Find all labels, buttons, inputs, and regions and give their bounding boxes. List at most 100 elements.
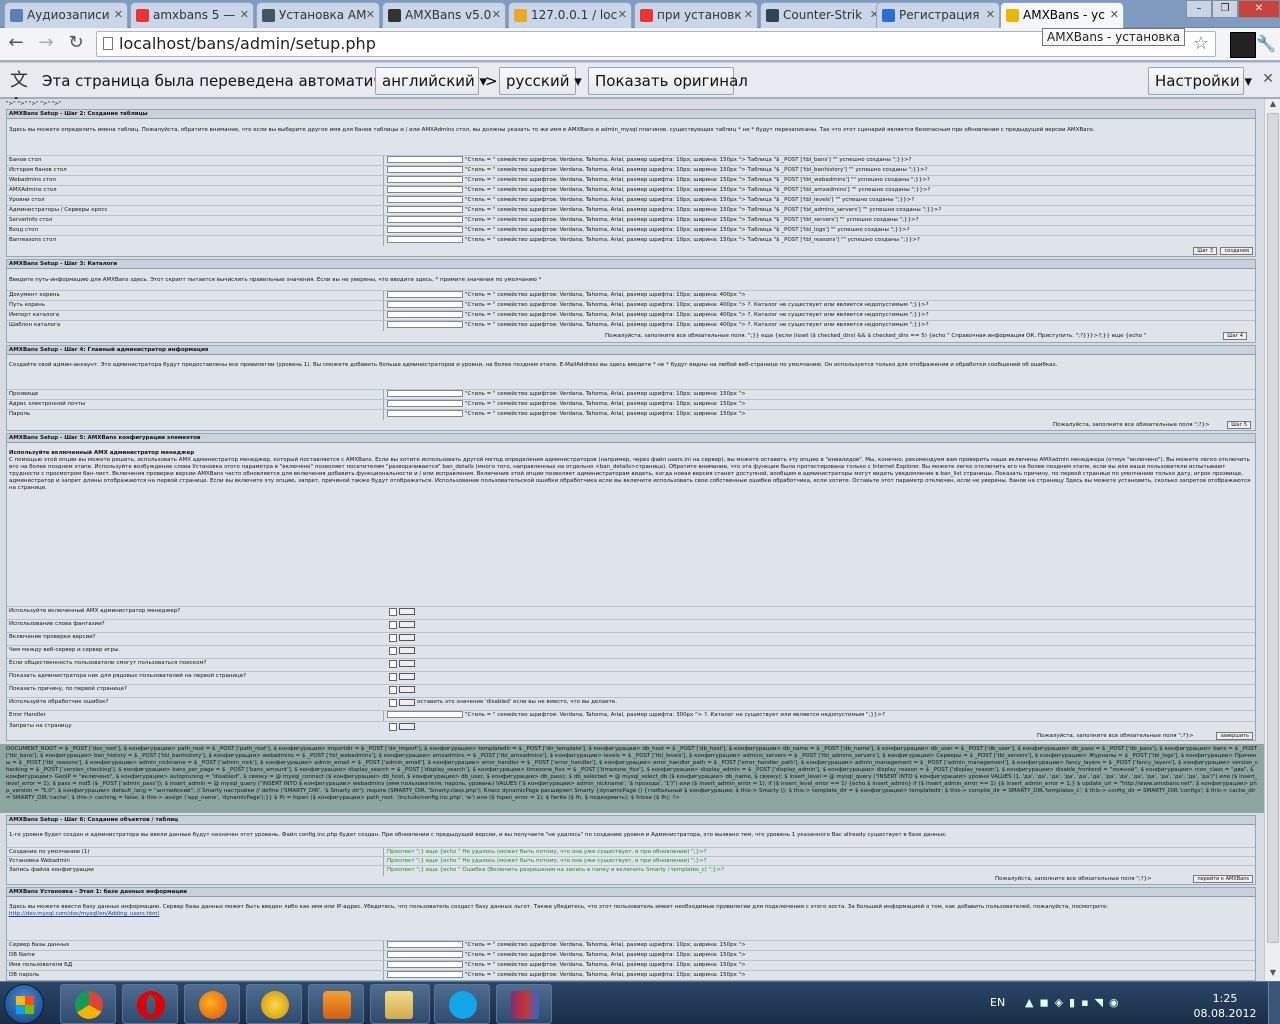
taskbar-opera[interactable] <box>122 984 178 1024</box>
from-language-select[interactable]: английский ▾ <box>375 67 487 95</box>
password-input[interactable] <box>387 410 463 417</box>
text-input[interactable] <box>387 400 463 407</box>
text-input[interactable] <box>387 166 463 173</box>
select-dropdown[interactable] <box>399 686 415 693</box>
checkbox[interactable] <box>389 673 397 681</box>
extension-icon[interactable] <box>1230 32 1256 58</box>
checkbox[interactable] <box>389 686 397 694</box>
row-value: "Стиль = " семейство шрифтов: Verdana, T… <box>465 177 930 183</box>
tab-active[interactable]: AMXBans - ус ✕ <box>1000 2 1124 29</box>
close-icon[interactable]: ✕ <box>1110 8 1119 21</box>
show-desktop-button[interactable] <box>1268 982 1280 1024</box>
text-input[interactable] <box>387 961 463 968</box>
text-input[interactable] <box>387 311 463 318</box>
select-dropdown[interactable] <box>399 699 415 706</box>
step5-button[interactable]: Шаг 5 <box>1227 421 1251 429</box>
checkbox[interactable] <box>389 699 397 707</box>
taskbar-media[interactable] <box>308 984 364 1024</box>
text-input[interactable] <box>387 236 463 243</box>
text-input[interactable] <box>387 206 463 213</box>
text-input[interactable] <box>387 176 463 183</box>
tab-6[interactable]: при установк ✕ <box>634 2 758 28</box>
taskbar-chrome[interactable] <box>60 984 116 1024</box>
close-window-icon[interactable]: ✕ <box>1238 0 1280 18</box>
text-input[interactable] <box>387 156 463 163</box>
scroll-down-icon[interactable]: ▼ <box>1265 968 1280 981</box>
step3-button[interactable]: Шаг 3 <box>1193 247 1217 255</box>
checkbox[interactable] <box>389 660 397 668</box>
checkbox[interactable] <box>389 634 397 642</box>
close-icon[interactable]: ✕ <box>1262 71 1274 87</box>
select-dropdown[interactable] <box>399 673 415 680</box>
clock[interactable]: 1:25 08.08.2012 <box>1190 991 1260 1021</box>
finish-button[interactable]: завершить <box>1216 732 1253 740</box>
row-label: Банов стол <box>9 157 42 163</box>
mysql-docs-link[interactable]: http://dev.mysql.com/doc/mysql/en/Adding… <box>9 911 159 918</box>
text-input[interactable] <box>387 951 463 958</box>
select-dropdown[interactable] <box>399 608 415 615</box>
text-input[interactable] <box>387 226 463 233</box>
tab-5[interactable]: 127.0.0.1 / loc ✕ <box>508 2 632 28</box>
text-input[interactable] <box>387 291 463 298</box>
select-dropdown[interactable] <box>399 660 415 667</box>
tab-label: Аудиозаписи <box>27 8 110 22</box>
reload-icon[interactable]: ↻ <box>64 32 88 56</box>
text-input[interactable] <box>387 321 463 328</box>
close-icon[interactable]: ✕ <box>986 8 995 21</box>
text-input[interactable] <box>387 941 463 948</box>
text-input[interactable] <box>387 186 463 193</box>
select-dropdown[interactable] <box>399 723 415 730</box>
tab-7[interactable]: Counter-Strik ✕ <box>760 2 884 28</box>
close-icon[interactable]: ✕ <box>366 8 375 21</box>
start-button[interactable] <box>4 984 44 1024</box>
taskbar-firefox[interactable] <box>184 984 240 1024</box>
tab-1[interactable]: Аудиозаписи ✕ <box>4 2 128 28</box>
close-icon[interactable]: ✕ <box>114 8 123 21</box>
close-icon[interactable]: ✕ <box>492 8 501 21</box>
tab-4[interactable]: AMXBans v5.0 ✕ <box>382 2 506 28</box>
tab-3[interactable]: Установка AM ✕ <box>256 2 380 28</box>
text-input[interactable] <box>387 196 463 203</box>
show-original-button[interactable]: Показать оригинал <box>588 67 748 95</box>
taskbar-winrar[interactable] <box>496 984 552 1024</box>
language-indicator[interactable]: EN <box>990 996 1005 1009</box>
taskbar-skype[interactable] <box>434 984 490 1024</box>
to-language-select[interactable]: русский ▾ <box>499 67 582 95</box>
text-input[interactable] <box>387 390 463 397</box>
tab-8[interactable]: Регистрация ✕ <box>876 2 1000 28</box>
select-dropdown[interactable] <box>399 621 415 628</box>
text-input[interactable] <box>387 216 463 223</box>
tray-icons[interactable]: ▲◼◈▮▪◥◉ <box>1025 996 1125 1009</box>
minimize-icon[interactable]: – <box>1186 0 1212 18</box>
taskbar-explorer[interactable] <box>370 984 430 1024</box>
settings-button[interactable]: Настройки ▾ <box>1148 67 1252 95</box>
maximize-icon[interactable]: ❐ <box>1212 0 1238 18</box>
scroll-up-icon[interactable]: ▲ <box>1265 99 1280 112</box>
text-input[interactable] <box>387 711 463 718</box>
vertical-scrollbar[interactable]: ▲ ▼ <box>1264 99 1280 981</box>
wrench-icon[interactable]: 🔧 <box>1256 34 1276 53</box>
checkbox[interactable] <box>389 621 397 629</box>
checkbox[interactable] <box>389 723 397 731</box>
forward-icon[interactable]: → <box>34 32 58 56</box>
go-to-amxbans-button[interactable]: перейти к AMXBans <box>1193 875 1253 883</box>
create-button[interactable]: создания <box>1220 247 1253 255</box>
back-icon[interactable]: ← <box>4 32 28 56</box>
row-label: Путь корень <box>9 302 45 308</box>
close-icon[interactable]: ✕ <box>240 8 249 21</box>
scroll-thumb[interactable] <box>1267 113 1279 943</box>
select-dropdown[interactable] <box>399 647 415 654</box>
taskbar-game[interactable] <box>246 984 302 1024</box>
close-icon[interactable]: ✕ <box>744 8 753 21</box>
row-label: Показать администратора ник для рядовых … <box>9 673 247 679</box>
taskbar: EN ▲◼◈▮▪◥◉ 1:25 08.08.2012 <box>0 981 1280 1024</box>
text-input[interactable] <box>387 301 463 308</box>
tab-2[interactable]: amxbans 5 — ✕ <box>130 2 254 28</box>
close-icon[interactable]: ✕ <box>618 8 627 21</box>
checkbox[interactable] <box>389 608 397 616</box>
step4-button[interactable]: Шаг 4 <box>1223 332 1247 340</box>
select-dropdown[interactable] <box>399 634 415 641</box>
password-input[interactable] <box>387 971 463 978</box>
checkbox[interactable] <box>389 647 397 655</box>
bookmark-star-icon[interactable]: ☆ <box>1193 32 1209 56</box>
